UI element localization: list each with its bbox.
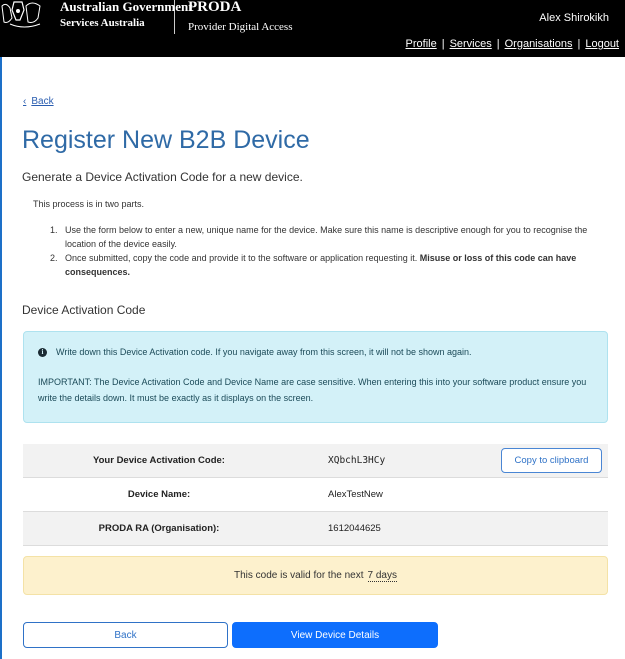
activation-code-value: XQbchL3HCy — [328, 455, 386, 466]
section-heading: Device Activation Code — [22, 303, 146, 317]
government-name: Australian Government — [60, 0, 193, 14]
view-device-details-button[interactable]: View Device Details — [232, 622, 438, 648]
back-button[interactable]: Back — [23, 622, 228, 648]
page-title: Register New B2B Device — [22, 126, 310, 154]
process-steps: 1. Use the form below to enter a new, un… — [50, 224, 610, 280]
chevron-left-icon: ‹ — [23, 96, 27, 107]
nav-separator: | — [441, 38, 445, 50]
info-circle-icon: i — [38, 347, 47, 357]
agency-name: Services Australia — [60, 17, 145, 29]
step-text: Once submitted, copy the code and provid… — [65, 253, 418, 263]
organisation-value: 1612044625 — [328, 523, 381, 534]
info-alert-line: i Write down this Device Activation code… — [38, 347, 472, 357]
process-intro: This process is in two parts. — [33, 199, 145, 209]
back-link-label: Back — [31, 96, 54, 107]
header-nav: Profile | Services | Organisations | Logout — [406, 38, 619, 50]
site-header: Australian Government Services Australia… — [0, 0, 625, 57]
user-name: Alex Shirokikh — [539, 12, 609, 24]
device-details-table: Your Device Activation Code: XQbchL3HCy … — [23, 444, 608, 546]
app-name: PRODA — [188, 0, 242, 15]
step-text: Use the form below to enter a new, uniqu… — [65, 225, 588, 249]
validity-duration: 7 days — [367, 569, 397, 582]
accent-stripe — [0, 57, 2, 659]
services-link[interactable]: Services — [450, 38, 492, 50]
coat-of-arms-icon — [1, 1, 41, 28]
profile-link[interactable]: Profile — [406, 38, 437, 50]
logout-link[interactable]: Logout — [585, 38, 619, 50]
activation-code-label: Your Device Activation Code: — [93, 455, 225, 466]
copy-to-clipboard-button[interactable]: Copy to clipboard — [501, 448, 602, 473]
info-alert-text: Write down this Device Activation code. … — [56, 347, 472, 357]
device-name-value: AlexTestNew — [328, 489, 383, 500]
device-name-label: Device Name: — [127, 489, 191, 500]
validity-alert: This code is valid for the next 7 days — [23, 556, 608, 595]
list-item: 2. Once submitted, copy the code and pro… — [50, 252, 610, 279]
step-number: 2. — [50, 253, 58, 263]
table-row: PRODA RA (Organisation): 1612044625 — [23, 512, 608, 546]
back-link[interactable]: ‹ Back — [23, 96, 54, 107]
organisation-label: PRODA RA (Organisation): — [98, 523, 220, 534]
nav-separator: | — [496, 38, 500, 50]
list-item: 1. Use the form below to enter a new, un… — [50, 224, 610, 251]
app-subtitle: Provider Digital Access — [188, 21, 293, 33]
validity-text: This code is valid for the next — [234, 570, 364, 581]
step-text-wrap: Once submitted, copy the code and provid… — [65, 252, 610, 279]
step-number: 1. — [50, 225, 58, 235]
table-row: Device Name: AlexTestNew — [23, 478, 608, 512]
header-divider — [174, 0, 175, 34]
info-alert: i Write down this Device Activation code… — [23, 331, 608, 423]
table-row: Your Device Activation Code: XQbchL3HCy … — [23, 444, 608, 478]
organisations-link[interactable]: Organisations — [505, 38, 573, 50]
nav-separator: | — [577, 38, 581, 50]
info-alert-important: IMPORTANT: The Device Activation Code an… — [38, 377, 587, 403]
page-lead: Generate a Device Activation Code for a … — [22, 170, 303, 184]
